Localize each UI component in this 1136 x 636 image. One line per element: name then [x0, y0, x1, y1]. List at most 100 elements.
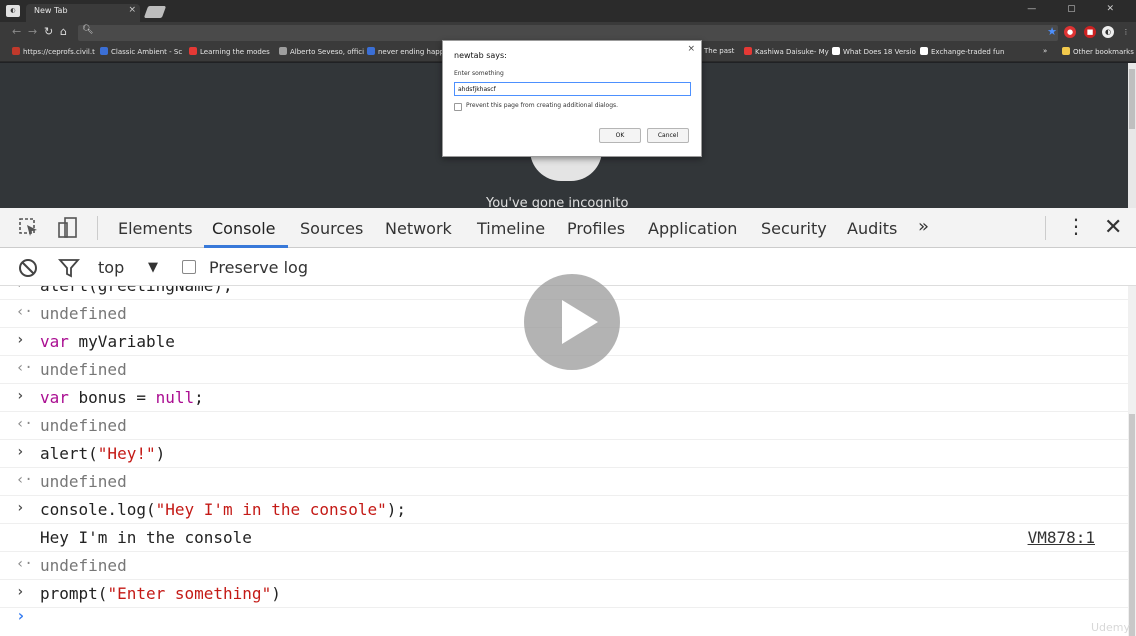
browser-tab[interactable]: New Tab ×	[26, 4, 140, 22]
input-chevron-icon: ›	[16, 388, 25, 404]
console-input-text: console.log("Hey I'm in the console");	[40, 500, 407, 519]
bookmark-item[interactable]: never ending happe	[367, 47, 448, 56]
page-scrollbar[interactable]	[1128, 63, 1136, 208]
tab-audits[interactable]: Audits	[847, 219, 897, 238]
devtools-menu-icon[interactable]: ⋮	[1066, 216, 1086, 236]
prevent-dialogs-label: Prevent this page from creating addition…	[466, 102, 619, 109]
bookmark-item[interactable]: Classic Ambient - Sc	[100, 47, 182, 56]
tab-close-icon[interactable]: ×	[128, 5, 136, 15]
toolbar-divider	[97, 216, 98, 240]
bookmark-item[interactable]: The past	[704, 47, 734, 55]
console-row: › alert("Hey!")	[0, 440, 1128, 468]
tab-console[interactable]: Console	[212, 219, 276, 238]
console-row: › prompt("Enter something")	[0, 580, 1128, 608]
address-bar[interactable]: 🔍︎	[78, 25, 1058, 41]
bookmark-item[interactable]: Exchange-traded fun	[920, 47, 1004, 56]
output-arrow-icon: ‹·	[16, 472, 33, 488]
dialog-title: newtab says:	[454, 51, 507, 60]
devtools-panel: Elements Console Sources Network Timelin…	[0, 208, 1136, 636]
output-arrow-icon: ‹·	[16, 304, 33, 320]
console-row: ‹· undefined	[0, 412, 1128, 440]
play-icon	[562, 300, 598, 344]
preserve-log-checkbox[interactable]	[182, 260, 196, 274]
bookmark-favicon-icon	[367, 47, 375, 55]
input-chevron-icon: ›	[16, 500, 25, 516]
menu-icon[interactable]: ⋮	[1120, 26, 1132, 38]
output-arrow-icon: ‹·	[16, 416, 33, 432]
window-controls[interactable]: — ▢ ✕	[1027, 4, 1128, 14]
back-icon[interactable]: ←	[12, 25, 21, 38]
adblock-icon[interactable]: ■	[1084, 26, 1096, 38]
reload-icon[interactable]: ↻	[44, 25, 53, 38]
console-row: › var bonus = null;	[0, 384, 1128, 412]
bookmark-favicon-icon	[744, 47, 752, 55]
incognito-icon: ◐	[6, 5, 20, 17]
console-scrollbar-thumb[interactable]	[1129, 414, 1135, 636]
extension-icon[interactable]: ●	[1064, 26, 1076, 38]
bookmark-favicon-icon	[279, 47, 287, 55]
clear-console-icon[interactable]	[18, 258, 38, 278]
bookmark-item[interactable]: What Does 18 Versio	[832, 47, 916, 56]
devtools-close-icon[interactable]: ✕	[1104, 215, 1122, 240]
bookmark-item[interactable]: Learning the modes	[189, 47, 270, 56]
new-tab-button[interactable]	[143, 6, 167, 18]
cancel-button[interactable]: Cancel	[647, 128, 689, 143]
console-result-text: undefined	[40, 472, 127, 491]
console-log-text: Hey I'm in the console	[40, 528, 252, 547]
console-scrollbar[interactable]	[1128, 286, 1136, 636]
bookmark-favicon-icon	[12, 47, 20, 55]
dialog-input[interactable]	[454, 82, 691, 96]
screen: ◐ New Tab × — ▢ ✕ ← → ↻ ⌂ 🔍︎ ★ ● ■ ◐ ⋮ h…	[0, 0, 1136, 636]
dialog-message: Enter something	[454, 70, 504, 77]
tab-sources[interactable]: Sources	[300, 219, 363, 238]
tab-timeline[interactable]: Timeline	[477, 219, 545, 238]
ok-button[interactable]: OK	[599, 128, 641, 143]
tab-application[interactable]: Application	[648, 219, 737, 238]
more-tabs-button[interactable]: »	[918, 216, 929, 237]
prompt-dialog: newtab says: × Enter something Prevent t…	[442, 40, 702, 157]
title-bar: ◐ New Tab × — ▢ ✕	[0, 0, 1136, 22]
dialog-close-icon[interactable]: ×	[687, 44, 695, 54]
context-selector[interactable]: top	[98, 258, 124, 277]
prevent-dialogs-checkbox[interactable]	[454, 103, 462, 111]
console-result-text: undefined	[40, 556, 127, 575]
tab-profiles[interactable]: Profiles	[567, 219, 625, 238]
bookmark-star-icon[interactable]: ★	[1046, 26, 1058, 38]
console-input-text: var myVariable	[40, 332, 175, 351]
home-icon[interactable]: ⌂	[60, 25, 67, 38]
bookmark-item[interactable]: Alberto Seveso, offici	[279, 47, 364, 56]
filter-icon[interactable]	[58, 258, 80, 278]
page-scrollbar-thumb[interactable]	[1129, 69, 1135, 129]
bookmarks-overflow-button[interactable]: »	[1043, 47, 1047, 55]
bookmark-item[interactable]: https://ceprofs.civil.t	[12, 47, 95, 56]
inspect-element-icon[interactable]	[18, 217, 40, 239]
console-prompt-icon[interactable]: ›	[16, 606, 26, 625]
source-link[interactable]: VM878:1	[1028, 528, 1095, 547]
tab-network[interactable]: Network	[385, 219, 452, 238]
incognito-heading: You've gone incognito	[486, 196, 629, 208]
devtools-tabbar: Elements Console Sources Network Timelin…	[0, 208, 1136, 248]
console-result-text: undefined	[40, 304, 127, 323]
search-icon: 🔍︎	[82, 25, 94, 35]
other-bookmarks[interactable]: Other bookmarks	[1062, 47, 1134, 56]
bookmark-favicon-icon	[100, 47, 108, 55]
extension-icon-2[interactable]: ◐	[1102, 26, 1114, 38]
console-input-text: alert("Hey!")	[40, 444, 166, 463]
preserve-log-label: Preserve log	[209, 258, 308, 277]
watermark-logo: Udemy	[1090, 621, 1130, 634]
device-toolbar-icon[interactable]	[56, 217, 78, 239]
console-result-text: undefined	[40, 360, 127, 379]
play-video-button[interactable]	[524, 274, 620, 370]
tab-elements[interactable]: Elements	[118, 219, 193, 238]
console-log-row: Hey I'm in the console VM878:1	[0, 524, 1128, 552]
output-arrow-icon: ‹·	[16, 360, 33, 376]
console-input-text: var bonus = null;	[40, 388, 204, 407]
forward-icon[interactable]: →	[28, 25, 37, 38]
chevron-down-icon[interactable]: ▼	[148, 260, 158, 275]
bookmark-item[interactable]: Kashiwa Daisuke- My	[744, 47, 829, 56]
output-arrow-icon: ‹·	[16, 556, 33, 572]
input-chevron-icon: ›	[16, 584, 25, 600]
toolbar-divider	[1045, 216, 1046, 240]
console-input-text: prompt("Enter something")	[40, 584, 281, 603]
tab-security[interactable]: Security	[761, 219, 827, 238]
